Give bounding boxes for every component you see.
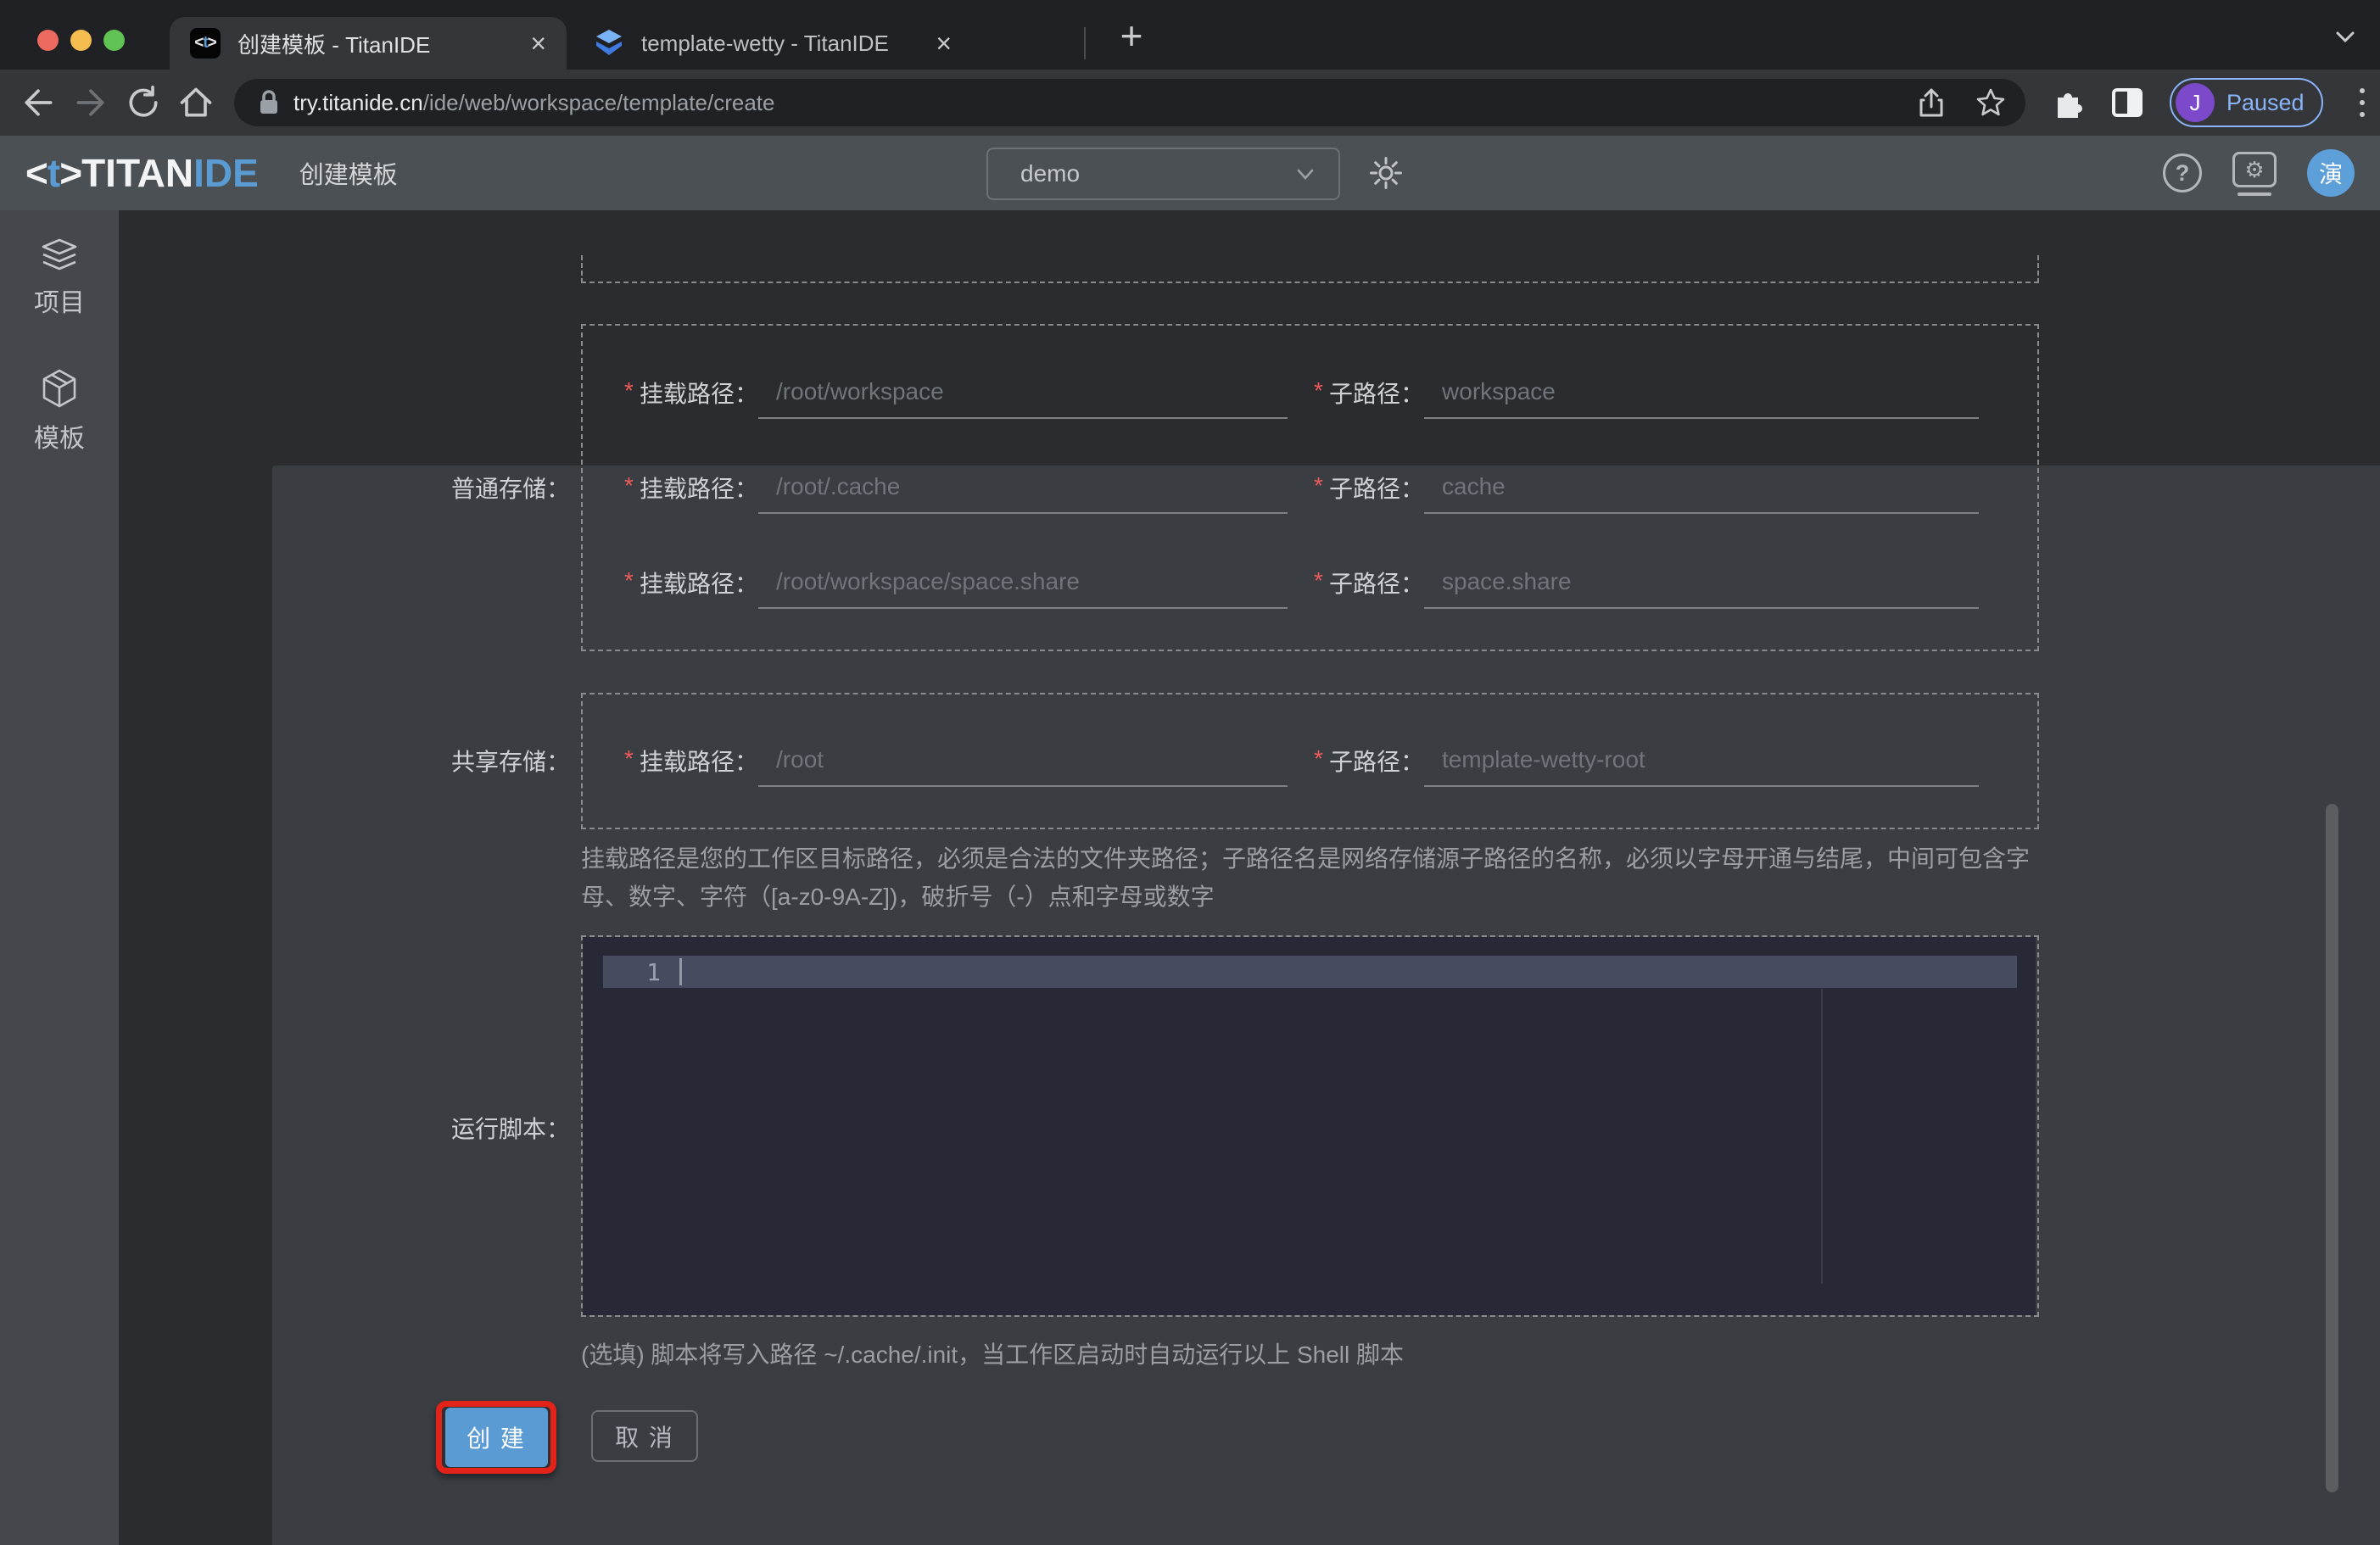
profile-status: Paused: [2226, 89, 2305, 115]
path-rule-hint: 挂载路径是您的工作区目标路径，必须是合法的文件夹路径；子路径名是网络存储源子路径…: [581, 845, 2031, 910]
storage-row: * 挂载路径： * 子路径：: [624, 449, 1997, 526]
storage-row: * 挂载路径： * 子路径：: [624, 722, 1997, 799]
tab-template-wetty[interactable]: template-wetty - TitanIDE ×: [573, 17, 972, 70]
profile-chip[interactable]: J Paused: [2170, 78, 2323, 127]
offscreen-section-box: [581, 255, 2039, 283]
chevron-down-icon: [1293, 161, 1318, 187]
maximize-window-button[interactable]: [103, 30, 125, 51]
sidebar-item-label: 项目: [34, 289, 85, 317]
editor-current-line: 1: [603, 956, 2017, 988]
lock-icon: [258, 89, 280, 116]
sub-path-label: 子路径：: [1329, 571, 1425, 597]
minimize-window-button[interactable]: [70, 30, 92, 51]
window-controls: [37, 30, 125, 51]
tab-create-template[interactable]: < t > 创建模板 - TitanIDE ×: [170, 17, 567, 70]
app-sidebar: 项目 模板: [0, 210, 119, 1545]
reload-icon[interactable]: [117, 76, 170, 129]
settings-gear-icon[interactable]: [1364, 146, 1408, 200]
sub-path-label: 子路径：: [1329, 381, 1425, 407]
mount-path-input-3[interactable]: [758, 556, 1288, 609]
sidebar-item-projects[interactable]: 项目: [0, 237, 119, 319]
browser-menu-icon[interactable]: [2345, 88, 2379, 117]
tab-separator: [1084, 27, 1086, 59]
sidebar-item-label: 模板: [34, 425, 85, 453]
normal-storage-label: 普通存储：: [450, 476, 570, 502]
mount-path-label: 挂载路径：: [640, 571, 759, 597]
admin-console-icon[interactable]: ⚙: [2231, 148, 2278, 198]
text-cursor: [679, 958, 682, 985]
home-icon[interactable]: [170, 76, 222, 129]
sub-path-input-2[interactable]: [1424, 461, 1980, 514]
shared-storage-label: 共享存储：: [450, 749, 570, 775]
mount-path-label: 挂载路径：: [640, 381, 759, 407]
new-tab-button[interactable]: +: [1108, 12, 1155, 59]
tab-list-chevron-icon[interactable]: [2331, 22, 2360, 51]
titanide-favicon: < t >: [190, 28, 221, 59]
editor-ruler: [1821, 989, 1823, 1284]
shared-mount-path-input[interactable]: [758, 734, 1288, 787]
user-avatar[interactable]: 演: [2307, 149, 2355, 197]
back-icon[interactable]: [12, 76, 64, 129]
help-icon[interactable]: ?: [2163, 153, 2202, 192]
bookmark-star-icon[interactable]: [1975, 86, 2007, 119]
titanide-logo[interactable]: <t>TITANIDE: [25, 150, 259, 196]
url-host: try.titanide.cn: [293, 89, 423, 115]
browser-window: < t > 创建模板 - TitanIDE × template-wetty - T…: [0, 0, 2380, 1545]
shared-sub-path-input[interactable]: [1424, 734, 1980, 787]
tab-strip: < t > 创建模板 - TitanIDE × template-wetty - T…: [0, 0, 2380, 70]
sidebar-item-templates[interactable]: 模板: [0, 368, 119, 455]
share-icon[interactable]: [1917, 86, 1946, 119]
mount-path-input-1[interactable]: [758, 366, 1288, 419]
cancel-button[interactable]: 取 消: [591, 1410, 698, 1462]
close-tab-icon[interactable]: ×: [530, 30, 546, 57]
create-button[interactable]: 创 建: [444, 1408, 548, 1467]
forward-icon[interactable]: [64, 76, 117, 129]
profile-avatar: J: [2176, 83, 2215, 122]
layers-icon: [40, 237, 79, 273]
extensions-icon[interactable]: [2051, 86, 2085, 120]
page-title: 创建模板: [299, 162, 398, 189]
close-tab-icon[interactable]: ×: [936, 30, 952, 57]
workspace-select-value: demo: [1020, 160, 1081, 187]
scrollbar-thumb[interactable]: [2326, 804, 2338, 1492]
sub-path-input-1[interactable]: [1424, 366, 1980, 419]
app-header: <t>TITANIDE 创建模板 demo ? ⚙ 演: [0, 136, 2380, 210]
template-wetty-favicon: [594, 28, 624, 59]
line-number: 1: [646, 957, 661, 986]
cube-icon: [41, 368, 78, 409]
tab-title: 创建模板 - TitanIDE: [237, 31, 431, 58]
storage-row: * 挂载路径： * 子路径：: [624, 544, 1997, 621]
storage-row: * 挂载路径： * 子路径：: [624, 354, 1997, 431]
mount-path-label: 挂载路径：: [640, 476, 759, 502]
workspace-select[interactable]: demo: [986, 148, 1340, 200]
sub-path-label: 子路径：: [1329, 749, 1425, 775]
url-bar[interactable]: try.titanide.cn /ide/web/workspace/templ…: [234, 79, 2025, 126]
url-path: /ide/web/workspace/template/create: [422, 89, 775, 115]
tab-title: template-wetty - TitanIDE: [641, 30, 889, 56]
close-window-button[interactable]: [37, 30, 59, 51]
script-editor[interactable]: 1: [583, 937, 2036, 1315]
mount-path-label: 挂载路径：: [640, 749, 759, 775]
mount-path-input-2[interactable]: [758, 461, 1288, 514]
sub-path-input-3[interactable]: [1424, 556, 1980, 609]
sub-path-label: 子路径：: [1329, 476, 1425, 502]
annotation-highlight: 创 建: [436, 1401, 556, 1474]
side-panel-icon[interactable]: [2110, 86, 2144, 120]
script-hint: (选填) 脚本将写入路径 ~/.cache/.init，当工作区启动时自动运行以…: [581, 1341, 1405, 1368]
browser-toolbar: try.titanide.cn /ide/web/workspace/templ…: [0, 70, 2380, 136]
run-script-label: 运行脚本：: [450, 1116, 570, 1142]
